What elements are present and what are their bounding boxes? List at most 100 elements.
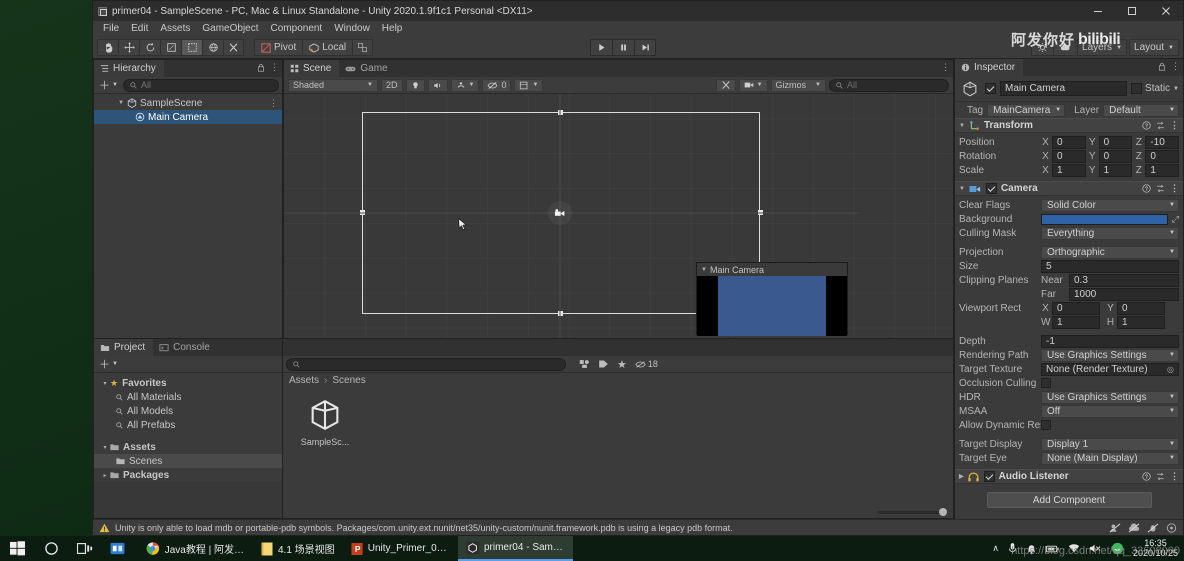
static-checkbox[interactable]	[1131, 83, 1143, 94]
scene-view-options-dropdown[interactable]: ▼	[514, 78, 544, 92]
preset-icon[interactable]	[1156, 472, 1165, 481]
scale-x-input[interactable]: 1	[1052, 163, 1086, 177]
chevron-down-icon[interactable]: ▼	[1173, 86, 1179, 92]
rendering-path-dropdown[interactable]: Use Graphics Settings ▼	[1041, 348, 1179, 362]
scale-y-input[interactable]: 1	[1098, 163, 1133, 177]
clipping-far-input[interactable]: 1000	[1069, 287, 1179, 301]
viewport-h-input[interactable]: 1	[1117, 315, 1165, 329]
gizmos-dropdown[interactable]: Gizmos ▼	[770, 78, 826, 92]
hand-tool-button[interactable]	[97, 39, 118, 56]
rotation-x-input[interactable]: 0	[1052, 149, 1086, 163]
collab-button[interactable]	[1031, 39, 1054, 56]
no-collab-icon[interactable]	[1109, 522, 1121, 533]
assets-grid[interactable]: SampleSc...	[283, 388, 953, 506]
rotation-z-input[interactable]: 0	[1145, 149, 1180, 163]
project-tree-assets[interactable]: ▾ Assets	[94, 440, 282, 454]
close-button[interactable]	[1149, 1, 1183, 21]
help-icon[interactable]: ?	[1142, 472, 1151, 481]
target-display-dropdown[interactable]: Display 1 ▼	[1041, 437, 1179, 451]
clear-flags-dropdown[interactable]: Solid Color ▼	[1041, 198, 1179, 212]
2d-toggle-button[interactable]: 2D	[381, 78, 403, 92]
scene-context-menu-icon[interactable]: ⋮	[269, 98, 278, 109]
scene-search-input[interactable]: All	[829, 78, 949, 92]
component-menu-icon[interactable]: ⋮	[1170, 120, 1179, 131]
rotation-y-input[interactable]: 0	[1098, 149, 1133, 163]
add-component-button[interactable]: Add Component	[986, 492, 1152, 508]
menu-item-window[interactable]: Window	[328, 21, 376, 37]
collapse-arrow-icon[interactable]: ▼	[701, 267, 707, 273]
component-header-audio-listener[interactable]: ▶ Audio Listener ? ⋮	[955, 469, 1183, 484]
breadcrumb-scenes[interactable]: Scenes	[332, 375, 365, 386]
component-menu-icon[interactable]: ⋮	[1170, 183, 1179, 194]
status-bar[interactable]: Unity is only able to load mdb or portab…	[93, 519, 1183, 535]
target-texture-field[interactable]: None (Render Texture) ◎	[1041, 362, 1179, 376]
eyedropper-icon[interactable]: ⤢	[1172, 214, 1179, 225]
collapse-arrow-icon[interactable]: ▶	[959, 473, 964, 480]
scene-fx-dropdown[interactable]: ▼	[450, 78, 480, 92]
audio-listener-enabled-checkbox[interactable]	[983, 471, 995, 482]
expand-arrow-icon[interactable]: ▼	[116, 100, 126, 106]
camera-handle-bottom[interactable]	[558, 311, 563, 316]
project-add-button[interactable]: ＋ ▼	[97, 356, 120, 372]
gameobject-name-input[interactable]: Main Camera	[1000, 81, 1128, 96]
viewport-y-input[interactable]: 0	[1117, 301, 1165, 315]
camera-handle-right[interactable]	[758, 210, 763, 215]
preset-icon[interactable]	[1156, 184, 1165, 193]
scene-camera-settings-dropdown[interactable]: ▼	[738, 78, 768, 92]
msaa-dropdown[interactable]: Off ▼	[1041, 404, 1179, 418]
space-toggle-button[interactable]: Local	[302, 39, 353, 56]
hdr-dropdown[interactable]: Use Graphics Settings ▼	[1041, 390, 1179, 404]
scale-z-input[interactable]: 1	[1145, 163, 1180, 177]
menu-item-component[interactable]: Component	[265, 21, 329, 37]
pause-button[interactable]	[612, 39, 634, 56]
rect-tool-button[interactable]	[181, 39, 202, 56]
lock-icon[interactable]	[257, 63, 265, 72]
menu-item-file[interactable]: File	[97, 21, 125, 37]
layer-dropdown[interactable]: Default ▼	[1103, 103, 1179, 117]
favorites-star-icon[interactable]: ★	[617, 358, 627, 371]
camera-enabled-checkbox[interactable]	[985, 183, 997, 194]
layers-dropdown[interactable]: Layers ▼	[1077, 39, 1128, 56]
scene-camera-hide-button[interactable]: 0	[482, 78, 512, 92]
project-tree-all-models[interactable]: All Models	[94, 404, 282, 418]
depth-input[interactable]: -1	[1041, 334, 1179, 348]
custom-editor-tool-button[interactable]	[223, 39, 244, 56]
transform-tool-button[interactable]	[202, 39, 223, 56]
cloud-button[interactable]	[1053, 39, 1076, 56]
project-tree-all-prefabs[interactable]: All Prefabs	[94, 418, 282, 432]
taskbar-item-chrome[interactable]: Java教程 | 阿发你...	[138, 536, 253, 561]
component-header-transform[interactable]: ▼ Transform ? ⋮	[955, 118, 1183, 133]
maximize-button[interactable]	[1115, 1, 1149, 21]
camera-handle-left[interactable]	[360, 210, 365, 215]
scene-lighting-button[interactable]	[405, 78, 425, 92]
position-x-input[interactable]: 0	[1052, 135, 1086, 149]
collapse-arrow-icon[interactable]: ▼	[959, 123, 965, 129]
hierarchy-row-main-camera[interactable]: Main Camera	[94, 110, 282, 124]
collapse-arrow-icon[interactable]: ▼	[959, 186, 965, 192]
help-icon[interactable]: ?	[1142, 121, 1151, 130]
hierarchy-add-button[interactable]: ＋ ▼	[97, 77, 120, 93]
scene-viewport[interactable]: ▼ Main Camera	[284, 94, 953, 338]
no-bug-icon[interactable]	[1147, 522, 1159, 533]
help-icon[interactable]: ?	[1142, 184, 1151, 193]
asset-item-samplescene[interactable]: SampleSc...	[297, 396, 353, 447]
target-eye-dropdown[interactable]: None (Main Display) ▼	[1041, 451, 1179, 465]
occlusion-culling-checkbox[interactable]	[1041, 378, 1051, 388]
pivot-toggle-button[interactable]: Pivot	[254, 39, 303, 56]
scale-tool-button[interactable]	[160, 39, 181, 56]
projection-dropdown[interactable]: Orthographic ▼	[1041, 245, 1179, 259]
menu-item-assets[interactable]: Assets	[154, 21, 196, 37]
project-tree-favorites[interactable]: ▾ ★ Favorites	[94, 376, 282, 390]
rotate-tool-button[interactable]	[139, 39, 160, 56]
scene-tools-button[interactable]	[715, 78, 736, 92]
start-icon[interactable]	[0, 536, 34, 561]
project-tree-scenes[interactable]: Scenes	[94, 454, 282, 468]
taskbar-item-store[interactable]	[102, 536, 138, 561]
tab-project[interactable]: Project	[94, 339, 154, 356]
tab-console[interactable]: Console	[153, 339, 218, 356]
filter-by-label-icon[interactable]	[598, 359, 609, 369]
scene-menu-icon[interactable]: ⋮	[941, 62, 950, 73]
viewport-x-input[interactable]: 0	[1052, 301, 1100, 315]
filter-by-type-icon[interactable]	[579, 359, 590, 369]
expand-arrow-icon[interactable]: ▸	[100, 472, 110, 479]
